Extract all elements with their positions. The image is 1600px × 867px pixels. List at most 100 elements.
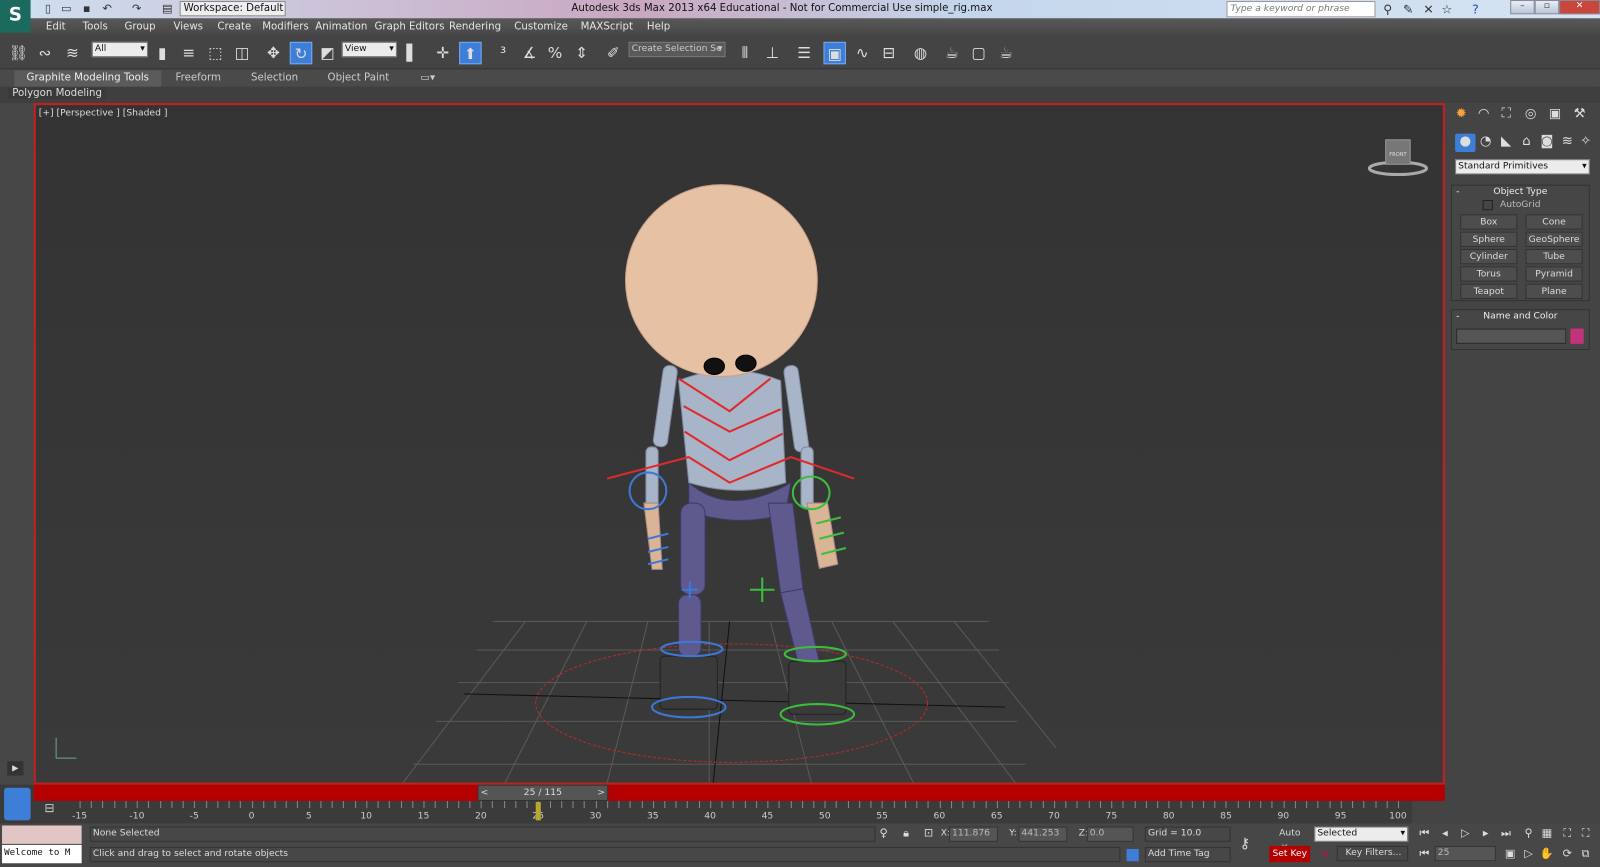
next-frame-icon[interactable]: >: [597, 786, 605, 800]
select-by-name-icon[interactable]: ≡: [178, 42, 200, 64]
category-dropdown[interactable]: Standard Primitives: [1455, 159, 1590, 175]
keyboard-shortcut-override-icon[interactable]: ⬆: [459, 41, 482, 65]
maxscript-listener-pink[interactable]: [2, 825, 82, 844]
bind-space-warp-icon[interactable]: ≋: [61, 42, 83, 64]
viewport-layout-tab[interactable]: [4, 787, 31, 821]
add-time-tag[interactable]: Add Time Tag: [1144, 846, 1231, 863]
spinner-snap-icon[interactable]: ⇕: [570, 42, 592, 64]
curve-editor-toggle-icon[interactable]: ⊟: [33, 801, 66, 824]
name-and-color-header[interactable]: - Name and Color: [1452, 310, 1589, 323]
utilities-tab-icon[interactable]: ⚒: [1569, 106, 1589, 124]
curve-editor-icon[interactable]: ∿: [851, 42, 873, 64]
search-input[interactable]: Type a keyword or phrase: [1226, 1, 1376, 18]
play-icon[interactable]: ▷: [1457, 827, 1473, 841]
ribbon-tab-object-paint[interactable]: Object Paint: [315, 70, 401, 86]
angle-snap-icon[interactable]: ∡: [518, 42, 540, 64]
systems-icon[interactable]: ✧: [1575, 134, 1595, 152]
pivot-center-icon[interactable]: ▌: [401, 42, 423, 64]
sphere-button[interactable]: Sphere: [1460, 231, 1518, 247]
wrench-icon[interactable]: ✎: [1400, 2, 1416, 16]
window-crossing-icon[interactable]: ◫: [231, 42, 253, 64]
new-file-icon[interactable]: ▯: [41, 2, 55, 15]
reference-coordinate-dropdown[interactable]: View: [341, 41, 397, 58]
unlink-icon[interactable]: ∾: [34, 42, 56, 64]
autogrid-checkbox[interactable]: [1482, 199, 1493, 211]
maxscript-mini-listener[interactable]: Welcome to M: [2, 844, 82, 864]
expand-play-icon[interactable]: ▶: [7, 761, 24, 776]
y-coordinate-field[interactable]: 441.253: [1018, 826, 1068, 842]
ribbon-tab-freeform[interactable]: Freeform: [163, 70, 233, 86]
manipulate-icon[interactable]: ✛: [432, 42, 454, 64]
graphite-toggle-icon[interactable]: ▣: [823, 41, 846, 65]
time-tag-icon[interactable]: [1126, 848, 1139, 862]
redo-icon[interactable]: ↷: [130, 2, 144, 15]
key-tangent-icon[interactable]: ∿: [1316, 847, 1332, 861]
current-frame-marker[interactable]: [536, 802, 542, 821]
orbit-icon[interactable]: ✋: [1539, 847, 1555, 861]
plane-button[interactable]: Plane: [1525, 283, 1583, 299]
absolute-mode-icon[interactable]: ⊡: [920, 827, 936, 841]
binoculars-icon[interactable]: ⚲: [1380, 2, 1396, 16]
select-scale-icon[interactable]: ◩: [316, 42, 338, 64]
edit-named-selection-icon[interactable]: ✐: [602, 42, 624, 64]
zoom-all-icon[interactable]: ▦: [1539, 827, 1555, 841]
ribbon-panel-polygon-modeling[interactable]: Polygon Modeling: [8, 87, 107, 99]
menu-help[interactable]: Help: [647, 21, 670, 32]
modify-tab-icon[interactable]: ◠: [1473, 106, 1493, 124]
ribbon-options-icon[interactable]: ▭▾: [408, 70, 447, 86]
save-icon[interactable]: ▪: [80, 2, 94, 15]
select-object-icon[interactable]: ▮: [151, 42, 173, 64]
hierarchy-tab-icon[interactable]: ⛶: [1496, 106, 1516, 124]
tube-button[interactable]: Tube: [1525, 248, 1583, 265]
rendered-frame-window-icon[interactable]: ▢: [967, 42, 989, 64]
workspace-dropdown[interactable]: Workspace: Default: [179, 1, 286, 17]
prev-frame-icon[interactable]: <: [481, 786, 489, 800]
project-folder-icon[interactable]: ▤: [160, 2, 174, 15]
space-warps-icon[interactable]: ≋: [1557, 134, 1577, 152]
undo-icon[interactable]: ↶: [100, 2, 114, 15]
menu-customize[interactable]: Customize: [514, 21, 568, 32]
menu-group[interactable]: Group: [124, 21, 155, 32]
track-bar[interactable]: -15-10-505101520253035404550556065707580…: [65, 801, 1413, 824]
ribbon-tab-graphite[interactable]: Graphite Modeling Tools: [14, 70, 162, 87]
render-production-icon[interactable]: ☕: [995, 42, 1017, 64]
menu-create[interactable]: Create: [217, 21, 251, 32]
set-key-button[interactable]: Set Key: [1269, 845, 1311, 863]
link-icon[interactable]: ⛓: [7, 42, 29, 64]
key-filters-button[interactable]: Key Filters...: [1336, 845, 1409, 862]
helpers-icon[interactable]: ◙: [1537, 134, 1557, 152]
cylinder-button[interactable]: Cylinder: [1460, 248, 1518, 265]
ribbon-tab-selection[interactable]: Selection: [239, 70, 311, 86]
material-editor-icon[interactable]: ◍: [909, 42, 931, 64]
menu-modifiers[interactable]: Modifiers: [262, 21, 309, 32]
schematic-view-icon[interactable]: ⊟: [878, 42, 900, 64]
orbit-subobject-icon[interactable]: ⟳: [1559, 847, 1575, 861]
align-icon[interactable]: ⊥: [761, 42, 783, 64]
object-type-header[interactable]: - Object Type: [1452, 186, 1589, 199]
help-icon[interactable]: ?: [1467, 2, 1483, 16]
go-to-end-icon[interactable]: ⏭: [1498, 827, 1514, 841]
next-key-icon[interactable]: ▸: [1478, 827, 1494, 841]
set-key-key-icon[interactable]: ⚷: [1237, 836, 1253, 852]
x-coordinate-field[interactable]: 111.876: [948, 826, 998, 842]
perspective-viewport[interactable]: [+] [Perspective ] [Shaded ] FRONT: [33, 103, 1445, 785]
percent-snap-icon[interactable]: %: [544, 42, 566, 64]
lights-icon[interactable]: ◣: [1496, 134, 1516, 152]
geosphere-button[interactable]: GeoSphere: [1525, 231, 1583, 247]
cameras-icon[interactable]: ⌂: [1516, 134, 1536, 152]
isolate-selection-icon[interactable]: ♀: [876, 827, 892, 841]
field-of-view-icon[interactable]: ▣: [1502, 847, 1518, 861]
menu-edit[interactable]: Edit: [46, 21, 66, 32]
zoom-extents-all-icon[interactable]: ⛶: [1578, 827, 1594, 841]
selection-lock-icon[interactable]: 🔒︎: [898, 827, 914, 841]
object-name-input[interactable]: [1456, 328, 1567, 344]
teapot-button[interactable]: Teapot: [1460, 283, 1518, 299]
object-color-swatch[interactable]: [1570, 328, 1584, 344]
rectangular-selection-icon[interactable]: ⬚: [204, 42, 226, 64]
create-tab-icon[interactable]: ✹: [1451, 106, 1471, 124]
layer-manager-icon[interactable]: ☰: [793, 42, 815, 64]
display-tab-icon[interactable]: ▣: [1545, 106, 1565, 124]
snaps-toggle-icon[interactable]: ³: [492, 42, 514, 64]
mirror-icon[interactable]: ⫴: [734, 42, 756, 64]
selection-filter-dropdown[interactable]: All: [91, 41, 148, 58]
